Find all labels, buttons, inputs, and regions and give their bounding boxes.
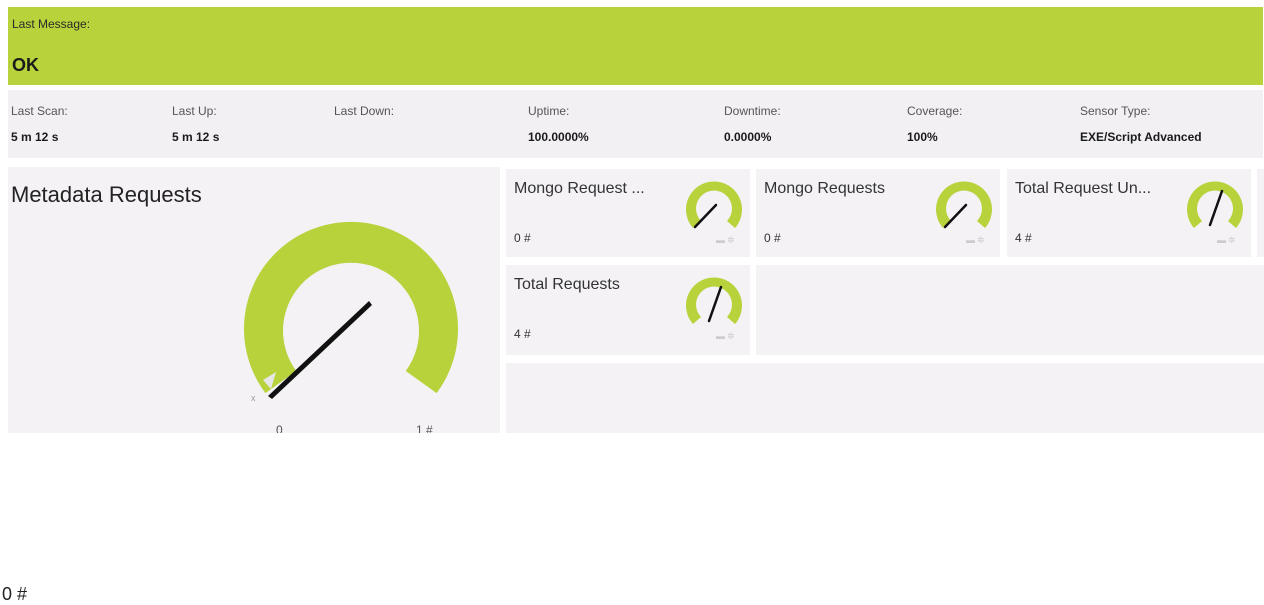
- channel-value: 0 #: [514, 231, 531, 245]
- gauge-max-label: 1 #: [416, 423, 433, 433]
- stat-key: Last Scan:: [11, 104, 68, 118]
- stat-key: Coverage:: [907, 104, 963, 118]
- stat-key: Downtime:: [724, 104, 781, 118]
- gauge-arc: [1187, 181, 1243, 228]
- gear-icon[interactable]: ✲: [1228, 235, 1238, 245]
- stat-coverage: Coverage: 100%: [907, 104, 962, 144]
- stat-sensor-type: Sensor Type: EXE/Script Advanced: [1080, 104, 1202, 144]
- stat-key: Sensor Type:: [1080, 104, 1151, 118]
- gauge-arc: [686, 181, 742, 228]
- pin-icon[interactable]: ▬: [966, 235, 977, 245]
- stat-last-up: Last Up: 5 m 12 s: [172, 104, 219, 144]
- empty-tile: [756, 265, 1264, 355]
- gauge-arc: [243, 221, 459, 394]
- status-banner: Last Message: OK: [8, 7, 1263, 85]
- stat-key: Uptime:: [528, 104, 570, 118]
- gauge-needle: [943, 203, 968, 229]
- channel-title: Mongo Request ...: [514, 180, 645, 197]
- stat-last-down: Last Down:: [334, 104, 394, 130]
- gauge-min-label: 0: [276, 423, 283, 433]
- channel-tile[interactable]: Total Requests 4 # ▬✲: [506, 265, 750, 355]
- channel-gauge: [686, 181, 742, 229]
- stat-value: 0.0000%: [724, 130, 772, 144]
- stat-value: 100.0000%: [528, 130, 589, 144]
- stat-value: 5 m 12 s: [11, 130, 59, 144]
- stat-last-scan: Last Scan: 5 m 12 s: [11, 104, 68, 144]
- tile-actions: ▬✲: [716, 331, 737, 342]
- channel-gauge: [936, 181, 992, 229]
- gear-icon[interactable]: ✲: [727, 331, 737, 341]
- tile-actions: ▬✲: [966, 235, 987, 246]
- sensor-stats-bar: Last Scan: 5 m 12 s Last Up: 5 m 12 s La…: [8, 90, 1263, 158]
- tile-actions: ▬✲: [716, 235, 737, 246]
- channel-gauge: [686, 277, 742, 324]
- last-message-value: OK: [12, 55, 39, 75]
- stat-key: Last Down:: [334, 104, 395, 118]
- channel-title: Total Request Un...: [1015, 180, 1152, 197]
- pin-icon[interactable]: ▬: [716, 235, 727, 245]
- stat-key: Last Up:: [172, 104, 217, 118]
- primary-channel-panel[interactable]: Metadata Requests x 0 1 # 0 #: [2, 167, 500, 604]
- gauge-arc: [936, 181, 992, 228]
- last-message-label: Last Message:: [12, 17, 91, 31]
- channel-title: Mongo Requests: [764, 180, 885, 197]
- gear-icon[interactable]: ✲: [977, 235, 987, 245]
- stat-downtime: Downtime: 0.0000%: [724, 104, 781, 144]
- gauge-arc: [686, 277, 742, 324]
- stat-value: 5 m 12 s: [172, 130, 220, 144]
- tile-actions: ▬✲: [1217, 235, 1238, 246]
- channel-value: 4 #: [514, 327, 531, 341]
- gauge-needle: [707, 285, 723, 323]
- gauge-tick-label: x: [251, 393, 256, 403]
- channel-value: 4 #: [1015, 231, 1032, 245]
- stat-value: EXE/Script Advanced: [1080, 130, 1202, 144]
- stat-value: 100%: [907, 130, 938, 144]
- primary-channel-value: 0 #: [2, 584, 28, 604]
- channel-gauge: [1187, 181, 1243, 228]
- channel-value: 0 #: [764, 231, 781, 245]
- gear-icon[interactable]: ✲: [727, 235, 737, 245]
- channel-tile-clipped: [1257, 169, 1264, 257]
- primary-gauge: x 0 1 #: [243, 221, 459, 433]
- channel-tile[interactable]: Mongo Request ... 0 # ▬✲: [506, 169, 750, 257]
- gauge-needle: [693, 203, 718, 229]
- channel-tile[interactable]: Mongo Requests 0 # ▬✲: [756, 169, 1000, 257]
- empty-tile: [506, 363, 1264, 433]
- channel-title: Total Requests: [514, 276, 620, 293]
- pin-icon[interactable]: ▬: [716, 331, 727, 341]
- pin-icon[interactable]: ▬: [1217, 235, 1228, 245]
- channel-tile[interactable]: Total Request Un... 4 # ▬✲: [1007, 169, 1251, 257]
- gauge-needle: [1208, 189, 1224, 227]
- stat-uptime: Uptime: 100.0000%: [528, 104, 589, 144]
